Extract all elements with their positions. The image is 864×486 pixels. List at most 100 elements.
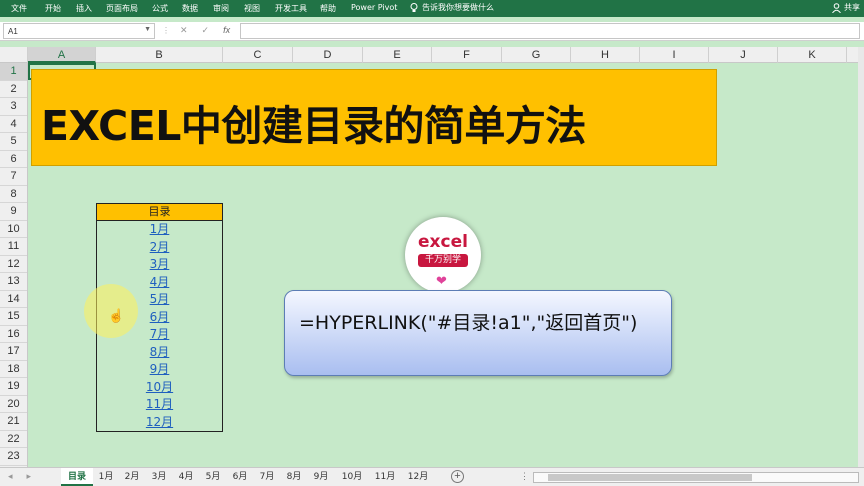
name-box[interactable]: A1 ▼ bbox=[3, 23, 155, 39]
column-header-i[interactable]: I bbox=[640, 47, 709, 63]
sheet-tab[interactable]: 6月 bbox=[229, 468, 251, 486]
ribbon-tab-bar: 文件 开始 插入 页面布局 公式 数据 审阅 视图 开发工具 帮助 Power … bbox=[0, 0, 864, 17]
row-header[interactable]: 8 bbox=[0, 186, 27, 203]
column-header-g[interactable]: G bbox=[502, 47, 571, 63]
sheet-nav-arrows[interactable]: ◂▸ bbox=[8, 471, 45, 482]
column-header-j[interactable]: J bbox=[709, 47, 778, 63]
channel-logo: excel 千万别学 ❤ bbox=[405, 217, 481, 293]
share-button[interactable]: 共享 bbox=[832, 2, 860, 13]
heart-icon: ❤ bbox=[436, 273, 447, 288]
row-header[interactable]: 16 bbox=[0, 326, 27, 343]
row-headers: 1 2 3 4 5 6 7 8 9 10 11 12 13 14 15 16 17 18 19 20 21 22 23 bbox=[0, 63, 28, 467]
row-header[interactable]: 23 bbox=[0, 448, 27, 466]
sheet-tab[interactable]: 10月 bbox=[337, 468, 367, 486]
row-header[interactable]: 6 bbox=[0, 151, 27, 168]
logo-line1: excel bbox=[418, 232, 468, 252]
formula-input[interactable] bbox=[240, 23, 860, 39]
banner-title: EXCEL中创建目录的简单方法 bbox=[41, 102, 586, 150]
hand-pointer-icon: ☝ bbox=[108, 308, 125, 323]
tab-power-pivot[interactable]: Power Pivot bbox=[351, 3, 397, 12]
toc-link[interactable]: 8月 bbox=[97, 344, 222, 362]
column-header-h[interactable]: H bbox=[571, 47, 640, 63]
share-label: 共享 bbox=[844, 3, 860, 12]
formula-bar-icons: ✕ ✓ fx bbox=[180, 25, 230, 36]
row-header[interactable]: 12 bbox=[0, 256, 27, 273]
formula-callout: =HYPERLINK("#目录!a1","返回首页") bbox=[284, 290, 672, 376]
horizontal-scrollbar[interactable] bbox=[533, 472, 859, 483]
column-header-a[interactable]: A bbox=[28, 47, 96, 63]
toc-link[interactable]: 2月 bbox=[97, 239, 222, 257]
column-header-b[interactable]: B bbox=[96, 47, 223, 63]
column-header-f[interactable]: F bbox=[432, 47, 502, 63]
column-header-e[interactable]: E bbox=[363, 47, 432, 63]
toc-link[interactable]: 12月 bbox=[97, 414, 222, 432]
row-header[interactable]: 21 bbox=[0, 413, 27, 431]
tab-data[interactable]: 数据 bbox=[182, 3, 198, 14]
more-options-icon[interactable]: ⋮ bbox=[520, 471, 529, 482]
title-banner: EXCEL中创建目录的简单方法 bbox=[31, 69, 717, 166]
row-header[interactable]: 11 bbox=[0, 238, 27, 256]
column-header-c[interactable]: C bbox=[223, 47, 293, 63]
confirm-icon[interactable]: ✓ bbox=[202, 25, 210, 36]
vertical-scrollbar[interactable] bbox=[858, 47, 864, 467]
column-headers: A B C D E F G H I J K bbox=[0, 47, 864, 63]
tab-help[interactable]: 帮助 bbox=[320, 3, 336, 14]
tab-review[interactable]: 审阅 bbox=[213, 3, 229, 14]
toc-link[interactable]: 9月 bbox=[97, 361, 222, 379]
row-header[interactable]: 14 bbox=[0, 291, 27, 308]
sheet-tab[interactable]: 7月 bbox=[256, 468, 278, 486]
add-sheet-button[interactable]: + bbox=[451, 470, 464, 483]
row-header[interactable]: 22 bbox=[0, 431, 27, 448]
tab-developer[interactable]: 开发工具 bbox=[275, 3, 307, 14]
sheet-tab[interactable]: 3月 bbox=[148, 468, 170, 486]
tab-home[interactable]: 开始 bbox=[45, 3, 61, 14]
row-header[interactable]: 19 bbox=[0, 378, 27, 396]
sheet-tab[interactable]: 1月 bbox=[95, 468, 117, 486]
scrollbar-thumb[interactable] bbox=[548, 474, 752, 481]
tab-insert[interactable]: 插入 bbox=[76, 3, 92, 14]
row-header[interactable]: 4 bbox=[0, 116, 27, 133]
toc-link[interactable]: 10月 bbox=[97, 379, 222, 397]
column-header-k[interactable]: K bbox=[778, 47, 847, 63]
row-header[interactable]: 18 bbox=[0, 361, 27, 378]
toc-link[interactable]: 3月 bbox=[97, 256, 222, 274]
row-header[interactable]: 7 bbox=[0, 168, 27, 186]
row-header[interactable]: 3 bbox=[0, 98, 27, 116]
tab-view[interactable]: 视图 bbox=[244, 3, 260, 14]
row-header[interactable]: 13 bbox=[0, 273, 27, 291]
sheet-tab[interactable]: 4月 bbox=[175, 468, 197, 486]
column-header-d[interactable]: D bbox=[293, 47, 363, 63]
sheet-tab[interactable]: 5月 bbox=[202, 468, 224, 486]
select-all-corner[interactable] bbox=[0, 47, 28, 63]
tab-page-layout[interactable]: 页面布局 bbox=[106, 3, 138, 14]
toc-link[interactable]: 11月 bbox=[97, 396, 222, 414]
row-header[interactable]: 10 bbox=[0, 221, 27, 238]
sheet-tab-bar: ◂▸ 目录 1月 2月 3月 4月 5月 6月 7月 8月 9月 10月 11月… bbox=[0, 467, 864, 486]
sheet-tab[interactable]: 12月 bbox=[403, 468, 433, 486]
row-header[interactable]: 2 bbox=[0, 81, 27, 98]
cancel-icon[interactable]: ✕ bbox=[180, 25, 188, 36]
row-header[interactable]: 9 bbox=[0, 203, 27, 221]
row-header[interactable]: 17 bbox=[0, 343, 27, 361]
tell-me-text: 告诉我你想要做什么 bbox=[422, 3, 494, 12]
sheet-tab[interactable]: 11月 bbox=[370, 468, 400, 486]
tab-formulas[interactable]: 公式 bbox=[152, 3, 168, 14]
row-header[interactable]: 15 bbox=[0, 308, 27, 326]
row-header[interactable]: 1 bbox=[0, 63, 27, 81]
lightbulb-icon bbox=[410, 2, 418, 12]
logo-line2: 千万别学 bbox=[418, 254, 468, 267]
row-header[interactable]: 20 bbox=[0, 396, 27, 413]
tab-file[interactable]: 文件 bbox=[11, 3, 27, 14]
sheet-tab[interactable]: 9月 bbox=[310, 468, 332, 486]
tell-me-box[interactable]: 告诉我你想要做什么 bbox=[410, 2, 494, 13]
toc-link[interactable]: 1月 bbox=[97, 221, 222, 239]
chevron-down-icon[interactable]: ▼ bbox=[144, 26, 151, 33]
name-box-value: A1 bbox=[8, 27, 18, 36]
sheet-tab[interactable]: 2月 bbox=[121, 468, 143, 486]
sheet-tab-toc[interactable]: 目录 bbox=[61, 468, 93, 486]
insert-function-icon[interactable]: fx bbox=[223, 25, 230, 36]
formula-bar: A1 ▼ ⋮ ✕ ✓ fx bbox=[0, 22, 864, 41]
sheet-tab[interactable]: 8月 bbox=[283, 468, 305, 486]
row-header[interactable]: 5 bbox=[0, 133, 27, 151]
formula-bar-divider: ⋮ bbox=[162, 26, 170, 35]
